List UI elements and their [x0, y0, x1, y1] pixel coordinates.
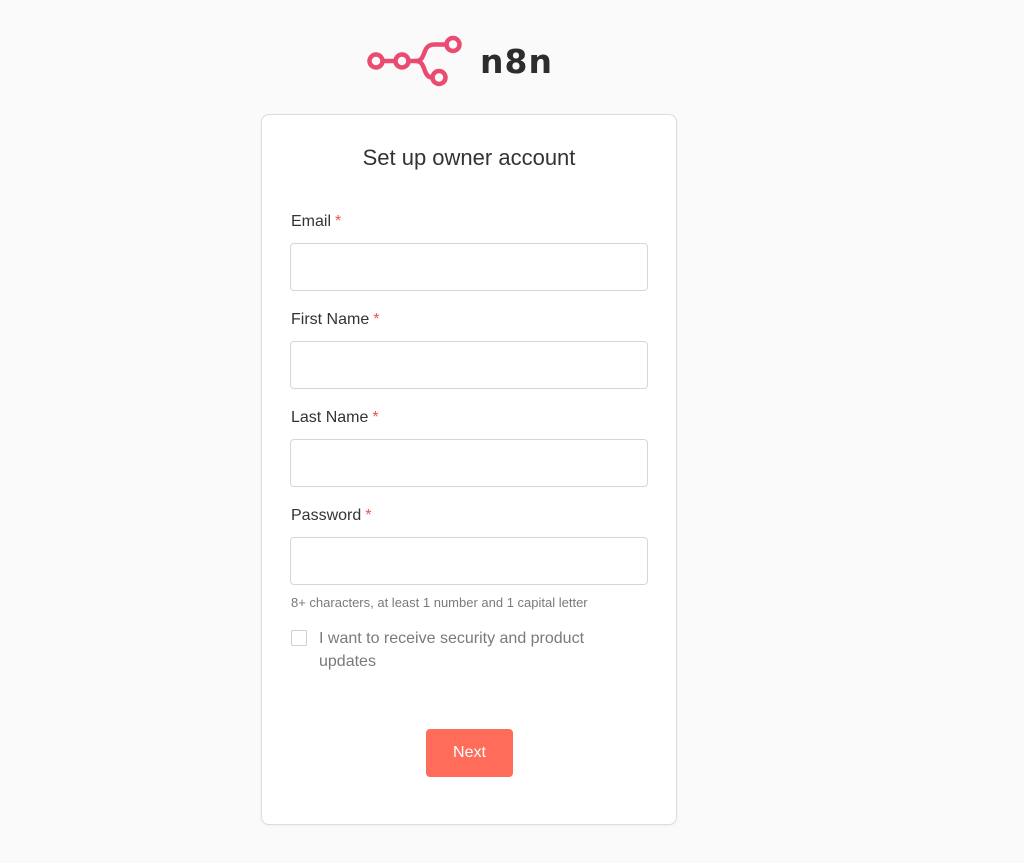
required-marker: *: [335, 213, 342, 230]
email-input[interactable]: [290, 243, 648, 291]
updates-checkbox[interactable]: [291, 630, 307, 646]
last-name-label-text: Last Name: [291, 409, 369, 426]
required-marker: *: [373, 311, 380, 328]
password-input[interactable]: [290, 537, 648, 585]
password-label-text: Password: [291, 507, 362, 524]
setup-page: n8n Set up owner account Email * First Na…: [0, 0, 1024, 863]
required-marker: *: [372, 409, 379, 426]
last-name-input[interactable]: [290, 439, 648, 487]
password-label: Password *: [291, 507, 371, 525]
email-label-text: Email: [291, 213, 332, 230]
first-name-label: First Name *: [291, 311, 379, 329]
email-label: Email *: [291, 213, 341, 231]
updates-checkbox-label[interactable]: I want to receive security and product u…: [319, 627, 639, 673]
required-marker: *: [365, 507, 372, 524]
first-name-label-text: First Name: [291, 311, 370, 328]
setup-form-card: Set up owner account Email * First Name * …: [261, 114, 677, 825]
first-name-input[interactable]: [290, 341, 648, 389]
form-title: Set up owner account: [362, 145, 576, 170]
logo-wordmark: n8n: [480, 41, 553, 81]
next-button[interactable]: Next: [426, 729, 513, 777]
password-hint: 8+ characters, at least 1 number and 1 c…: [291, 595, 588, 610]
n8n-logo-icon: [367, 35, 462, 87]
n8n-logo: n8n: [366, 34, 553, 88]
last-name-label: Last Name *: [291, 409, 379, 427]
